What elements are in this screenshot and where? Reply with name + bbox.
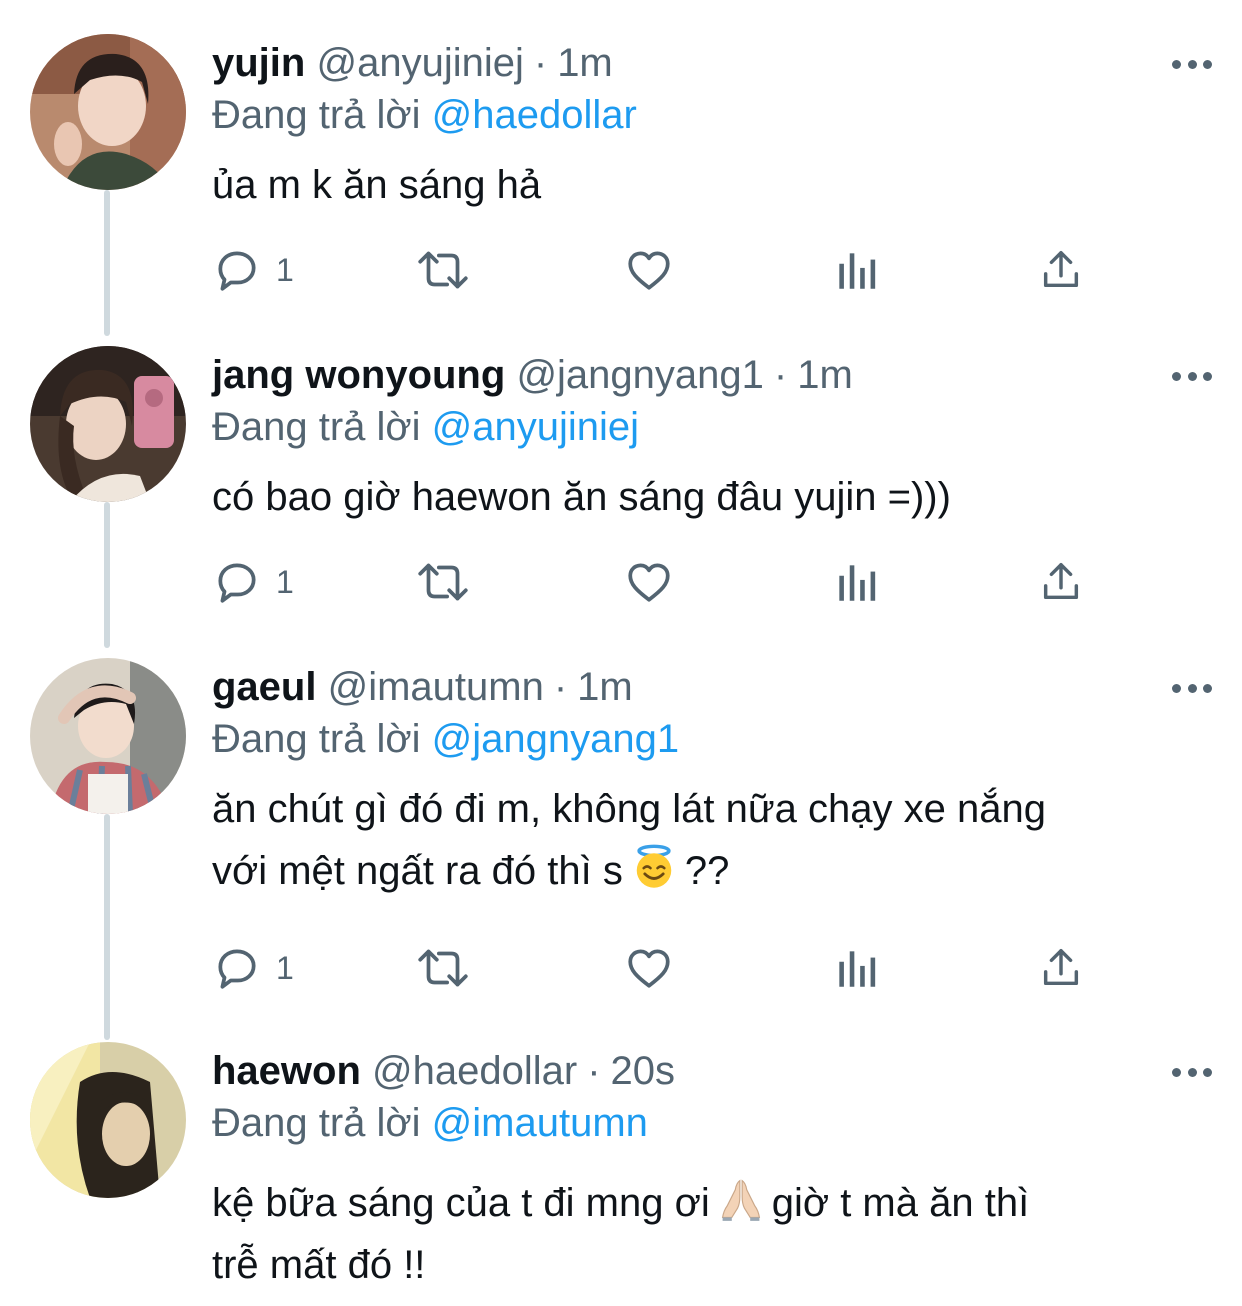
retweet-button[interactable] (414, 552, 472, 612)
replying-to-label: Đang trả lời (212, 405, 421, 449)
retweet-arrows-icon (418, 563, 468, 601)
more-options-button[interactable] (1172, 1052, 1212, 1092)
display-name[interactable]: gaeul (212, 665, 316, 709)
speech-bubble-icon (218, 563, 256, 603)
avatar[interactable] (30, 658, 186, 814)
bar-chart-icon (839, 253, 876, 289)
tweet-text: kệ bữa sáng của t đi mng ơi giờ t mà ăn t… (212, 1172, 1212, 1296)
upload-arrow-icon (1043, 949, 1079, 986)
retweet-arrows-icon (418, 949, 468, 987)
more-options-button[interactable] (1172, 668, 1212, 708)
timestamp[interactable]: 1m (557, 41, 613, 85)
retweet-arrows-icon (418, 251, 468, 289)
bar-chart-icon (839, 565, 876, 601)
timestamp[interactable]: 20s (611, 1049, 676, 1093)
timestamp[interactable]: 1m (797, 353, 853, 397)
share-button[interactable] (1038, 938, 1084, 998)
ellipsis-icon (1172, 1067, 1181, 1077)
replying-to-line: Đang trả lời @jangnyang1 (212, 710, 679, 768)
speech-bubble-icon (218, 949, 256, 989)
heart-icon (628, 949, 670, 988)
tweet-text: ăn chút gì đó đi m, không lát nữa chạy x… (212, 778, 1212, 902)
ellipsis-icon (1172, 59, 1181, 69)
tweet-header: haewon @haedollar · 20s (212, 1042, 675, 1100)
user-handle[interactable]: @anyujiniej (316, 41, 523, 85)
action-bar: 1 (0, 938, 1242, 998)
reply-button[interactable]: 1 (212, 552, 294, 612)
tweet-text-segment: giờ t mà ăn thì (771, 1181, 1030, 1225)
separator-dot: · (773, 353, 788, 397)
speech-bubble-icon (218, 251, 256, 291)
tweet-header: yujin @anyujiniej · 1m (212, 34, 613, 92)
replying-to-line: Đang trả lời @anyujiniej (212, 398, 639, 456)
replying-to-line: Đang trả lời @haedollar (212, 86, 637, 144)
tweet-text: ủa m k ăn sáng hả (212, 154, 1212, 216)
share-button[interactable] (1038, 240, 1084, 300)
replying-to-label: Đang trả lời (212, 93, 421, 137)
action-bar: 1 (0, 240, 1242, 300)
avatar[interactable] (30, 34, 186, 190)
views-button[interactable] (834, 240, 878, 300)
user-handle[interactable]: @imautumn (328, 665, 544, 709)
tweet-text-line: kệ bữa sáng của t đi mng ơi giờ t mà ăn t… (212, 1172, 1212, 1234)
thread-connector-line (104, 814, 110, 1040)
mention-link[interactable]: @jangnyang1 (432, 717, 679, 761)
mention-link[interactable]: @haedollar (432, 93, 637, 137)
share-button[interactable] (1038, 552, 1084, 612)
more-options-button[interactable] (1172, 44, 1212, 84)
replying-to-line: Đang trả lời @imautumn (212, 1094, 648, 1152)
ellipsis-icon (1172, 683, 1181, 693)
display-name[interactable]: haewon (212, 1049, 361, 1093)
bar-chart-icon (839, 951, 876, 987)
tweet-text: có bao giờ haewon ăn sáng đâu yujin =))) (212, 466, 1212, 528)
avatar[interactable] (30, 1042, 186, 1198)
separator-dot: · (553, 665, 568, 709)
tweet-text-line: với mệt ngất ra đó thì s?? (212, 840, 1212, 902)
reply-count: 1 (276, 949, 294, 986)
ellipsis-icon (1172, 371, 1181, 381)
timestamp[interactable]: 1m (577, 665, 633, 709)
reply-count: 1 (276, 563, 294, 600)
reply-button[interactable]: 1 (212, 240, 294, 300)
like-button[interactable] (624, 552, 674, 612)
tweet-text-line: trễ mất đó !! (212, 1243, 426, 1287)
retweet-button[interactable] (414, 938, 472, 998)
like-button[interactable] (624, 938, 674, 998)
display-name[interactable]: yujin (212, 41, 305, 85)
tweet-header: jang wonyoung @jangnyang1 · 1m (212, 346, 853, 404)
folded-hands-emoji (721, 1179, 760, 1221)
like-button[interactable] (624, 240, 674, 300)
heart-icon (628, 563, 670, 602)
avatar[interactable] (30, 346, 186, 502)
tweet-text-line: ăn chút gì đó đi m, không lát nữa chạy x… (212, 787, 1046, 831)
more-options-button[interactable] (1172, 356, 1212, 396)
heart-icon (628, 251, 670, 290)
user-handle[interactable]: @jangnyang1 (516, 353, 763, 397)
reply-count: 1 (276, 251, 294, 288)
views-button[interactable] (834, 552, 878, 612)
retweet-button[interactable] (414, 240, 472, 300)
tweet-text-line: có bao giờ haewon ăn sáng đâu yujin =))) (212, 475, 951, 519)
tweet-header: gaeul @imautumn · 1m (212, 658, 633, 716)
action-bar: 1 (0, 552, 1242, 612)
upload-arrow-icon (1043, 251, 1079, 288)
replying-to-label: Đang trả lời (212, 717, 421, 761)
mention-link[interactable]: @imautumn (432, 1101, 648, 1145)
views-button[interactable] (834, 938, 878, 998)
tweet-text-segment: kệ bữa sáng của t đi mng ơi (212, 1181, 710, 1225)
upload-arrow-icon (1043, 563, 1079, 600)
display-name[interactable]: jang wonyoung (212, 353, 505, 397)
separator-dot: · (587, 1049, 601, 1093)
tweet-text-line: ủa m k ăn sáng hả (212, 163, 542, 207)
mention-link[interactable]: @anyujiniej (432, 405, 639, 449)
reply-button[interactable]: 1 (212, 938, 294, 998)
replying-to-label: Đang trả lời (212, 1101, 421, 1145)
smiling-face-with-halo-emoji (636, 844, 672, 888)
separator-dot: · (533, 41, 548, 85)
tweet-text-segment: với mệt ngất ra đó thì s (212, 849, 623, 893)
tweet-text-segment: ?? (684, 849, 730, 893)
user-handle[interactable]: @haedollar (372, 1049, 577, 1093)
